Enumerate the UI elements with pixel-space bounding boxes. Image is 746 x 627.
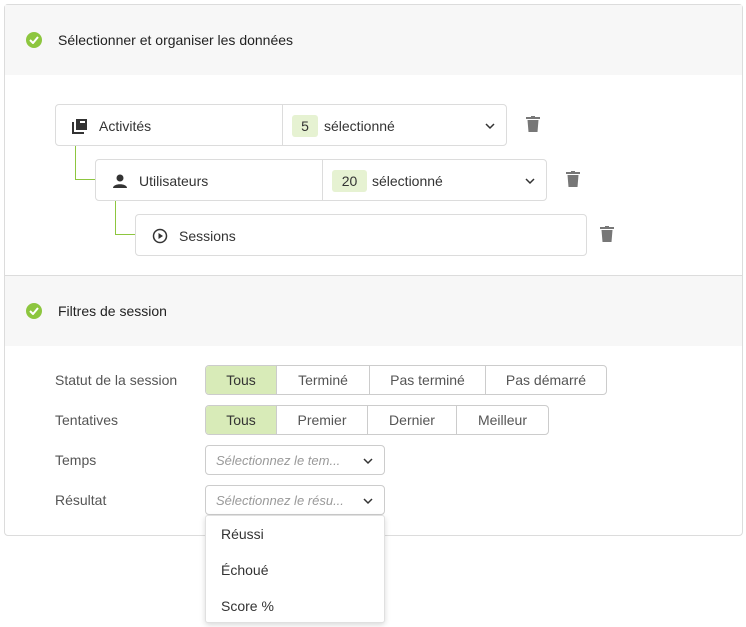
status-option-not-finished[interactable]: Pas terminé: [370, 366, 486, 394]
time-label: Temps: [55, 452, 97, 468]
trash-icon[interactable]: [526, 116, 540, 132]
count-badge: 20: [332, 170, 367, 192]
section-header-session-filters: Filtres de session: [5, 276, 742, 346]
divider: [282, 105, 283, 145]
result-placeholder: Sélectionnez le résu...: [216, 493, 344, 508]
chevron-down-icon[interactable]: [484, 120, 496, 132]
trash-icon[interactable]: [600, 226, 614, 242]
status-label: Statut de la session: [55, 372, 178, 388]
chevron-down-icon: [363, 498, 373, 505]
time-placeholder: Sélectionnez le tem...: [216, 453, 341, 468]
status-segmented-control: Tous Terminé Pas terminé Pas démarré: [205, 365, 607, 395]
attempts-option-all[interactable]: Tous: [206, 406, 277, 434]
trash-icon[interactable]: [566, 171, 580, 187]
result-dropdown-menu: Réussi Échoué Score %: [205, 515, 385, 623]
row-label: Sessions: [179, 228, 236, 244]
tree-connector: [115, 200, 135, 235]
result-label: Résultat: [55, 492, 107, 508]
row-label: Utilisateurs: [139, 173, 209, 189]
attempts-label: Tentatives: [55, 412, 119, 428]
attempts-option-best[interactable]: Meilleur: [457, 406, 548, 434]
section-title: Filtres de session: [58, 303, 167, 319]
section-title: Sélectionner et organiser les données: [58, 32, 294, 48]
selected-text: sélectionné: [372, 173, 443, 189]
hierarchy-row-sessions[interactable]: Sessions: [135, 214, 587, 256]
section-header-select-data: Sélectionner et organiser les données: [5, 5, 742, 75]
activities-icon: [72, 119, 87, 134]
check-circle-icon: [26, 32, 42, 48]
attempts-option-last[interactable]: Dernier: [368, 406, 457, 434]
hierarchy-row-users[interactable]: Utilisateurs 20 sélectionné: [95, 159, 547, 201]
check-circle-icon: [26, 303, 42, 319]
hierarchy-row-activities[interactable]: Activités 5 sélectionné: [55, 104, 507, 146]
count-badge: 5: [292, 115, 318, 137]
row-label: Activités: [99, 118, 152, 134]
status-option-all[interactable]: Tous: [206, 366, 277, 394]
result-option-passed[interactable]: Réussi: [221, 526, 264, 542]
attempts-option-first[interactable]: Premier: [277, 406, 368, 434]
chevron-down-icon: [363, 458, 373, 465]
user-icon: [113, 174, 127, 188]
divider: [322, 160, 323, 200]
time-select[interactable]: Sélectionnez le tem...: [205, 445, 385, 475]
status-option-finished[interactable]: Terminé: [277, 366, 370, 394]
selected-text: sélectionné: [324, 118, 395, 134]
chevron-down-icon[interactable]: [524, 175, 536, 187]
status-option-not-started[interactable]: Pas démarré: [486, 366, 606, 394]
result-option-failed[interactable]: Échoué: [221, 562, 268, 578]
attempts-segmented-control: Tous Premier Dernier Meilleur: [205, 405, 549, 435]
tree-connector: [75, 145, 95, 180]
result-option-score[interactable]: Score %: [221, 598, 274, 614]
play-circle-icon: [152, 228, 168, 244]
result-select[interactable]: Sélectionnez le résu...: [205, 485, 385, 515]
